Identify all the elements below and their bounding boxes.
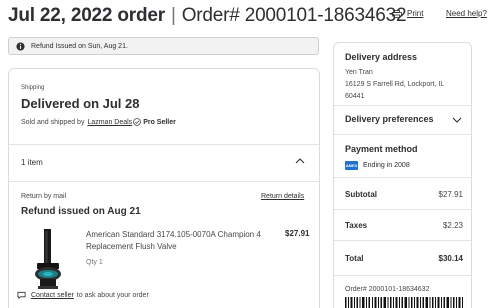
return-details-link[interactable]: Return details bbox=[261, 193, 304, 200]
print-button[interactable]: Print bbox=[392, 9, 423, 18]
delivery-address: Yen Tran 16129 S Farrell Rd, Lockport, I… bbox=[345, 67, 444, 103]
title-separator: | bbox=[170, 5, 176, 26]
subtotal-label: Subtotal bbox=[345, 190, 377, 199]
divider bbox=[334, 240, 471, 241]
sold-by-prefix: Sold and shipped by bbox=[21, 118, 85, 126]
address-name: Yen Tran bbox=[345, 69, 373, 76]
printer-icon bbox=[392, 9, 402, 18]
order-header: Jul 22, 2022 order | Order# 2000101-186346… bbox=[6, 2, 496, 28]
product-quantity: Qty 1 bbox=[86, 259, 103, 266]
product-price: $27.91 bbox=[285, 229, 310, 238]
address-street: 16129 S Farrell Rd, Lockport, IL bbox=[345, 81, 445, 88]
delivery-address-heading: Delivery address bbox=[345, 52, 418, 62]
info-icon bbox=[16, 41, 25, 51]
amex-card-icon: AMEX bbox=[345, 161, 358, 170]
seller-link[interactable]: Lazman Deals bbox=[87, 119, 132, 126]
page-title: Jul 22, 2022 order | Order# 2000101-186346… bbox=[8, 5, 407, 27]
contact-seller-link[interactable]: Contact seller bbox=[31, 292, 74, 299]
delivery-status: Delivered on Jul 28 bbox=[21, 96, 140, 111]
divider bbox=[334, 275, 471, 276]
refund-status: Refund issued on Aug 21 bbox=[21, 206, 141, 217]
total-value: $30.14 bbox=[438, 254, 463, 263]
order-number-title: Order# 2000101-18634632 bbox=[181, 5, 407, 26]
card-ending: Ending in 2008 bbox=[363, 162, 410, 169]
payment-card: AMEX Ending in 2008 bbox=[345, 161, 410, 170]
product-image[interactable] bbox=[31, 227, 65, 291]
need-help-link[interactable]: Need help? bbox=[446, 9, 487, 18]
print-link[interactable]: Print bbox=[407, 9, 423, 18]
return-method: Return by mail bbox=[21, 193, 67, 200]
order-date-title: Jul 22, 2022 order bbox=[8, 5, 165, 26]
order-summary-sidebar: Delivery address Yen Tran 16129 S Farrel… bbox=[333, 42, 472, 308]
product-name[interactable]: American Standard 3174.105-0070A Champio… bbox=[86, 229, 272, 253]
delivery-preferences-heading[interactable]: Delivery preferences bbox=[345, 114, 434, 124]
divider bbox=[334, 209, 471, 210]
taxes-value: $2.23 bbox=[442, 221, 463, 230]
contact-seller-suffix: to ask about your order bbox=[76, 291, 149, 299]
divider bbox=[334, 134, 471, 135]
divider bbox=[334, 105, 471, 106]
items-count: 1 item bbox=[21, 158, 43, 167]
chevron-up-icon[interactable] bbox=[295, 157, 305, 165]
shipment-card: Shipping Delivered on Jul 28 Sold and sh… bbox=[8, 68, 320, 308]
contact-seller-line: Contact seller to ask about your order bbox=[17, 291, 149, 299]
subtotal-row: Subtotal $27.91 bbox=[345, 190, 463, 199]
sold-by-line: Sold and shipped by Lazman Deals Pro Sel… bbox=[21, 118, 176, 126]
sidebar-order-number: Order# 2000101-18634632 bbox=[345, 286, 430, 293]
total-row: Total $30.14 bbox=[345, 254, 463, 263]
divider bbox=[9, 181, 319, 182]
shipping-label: Shipping bbox=[21, 85, 45, 91]
divider bbox=[9, 144, 319, 145]
chat-icon bbox=[17, 291, 26, 299]
payment-method-heading: Payment method bbox=[345, 144, 418, 154]
pro-seller-badge: Pro Seller bbox=[143, 118, 176, 126]
taxes-label: Taxes bbox=[345, 221, 368, 230]
refund-banner-text: Refund Issued on Sun, Aug 21. bbox=[31, 42, 128, 50]
order-barcode bbox=[345, 297, 463, 308]
divider bbox=[334, 177, 471, 178]
address-zip: 60441 bbox=[345, 93, 365, 100]
taxes-row: Taxes $2.23 bbox=[345, 221, 463, 230]
total-label: Total bbox=[345, 254, 364, 263]
refund-banner: Refund Issued on Sun, Aug 21. bbox=[8, 37, 319, 55]
subtotal-value: $27.91 bbox=[438, 190, 463, 199]
chevron-down-icon[interactable] bbox=[452, 116, 462, 124]
verified-check-icon bbox=[133, 118, 141, 126]
